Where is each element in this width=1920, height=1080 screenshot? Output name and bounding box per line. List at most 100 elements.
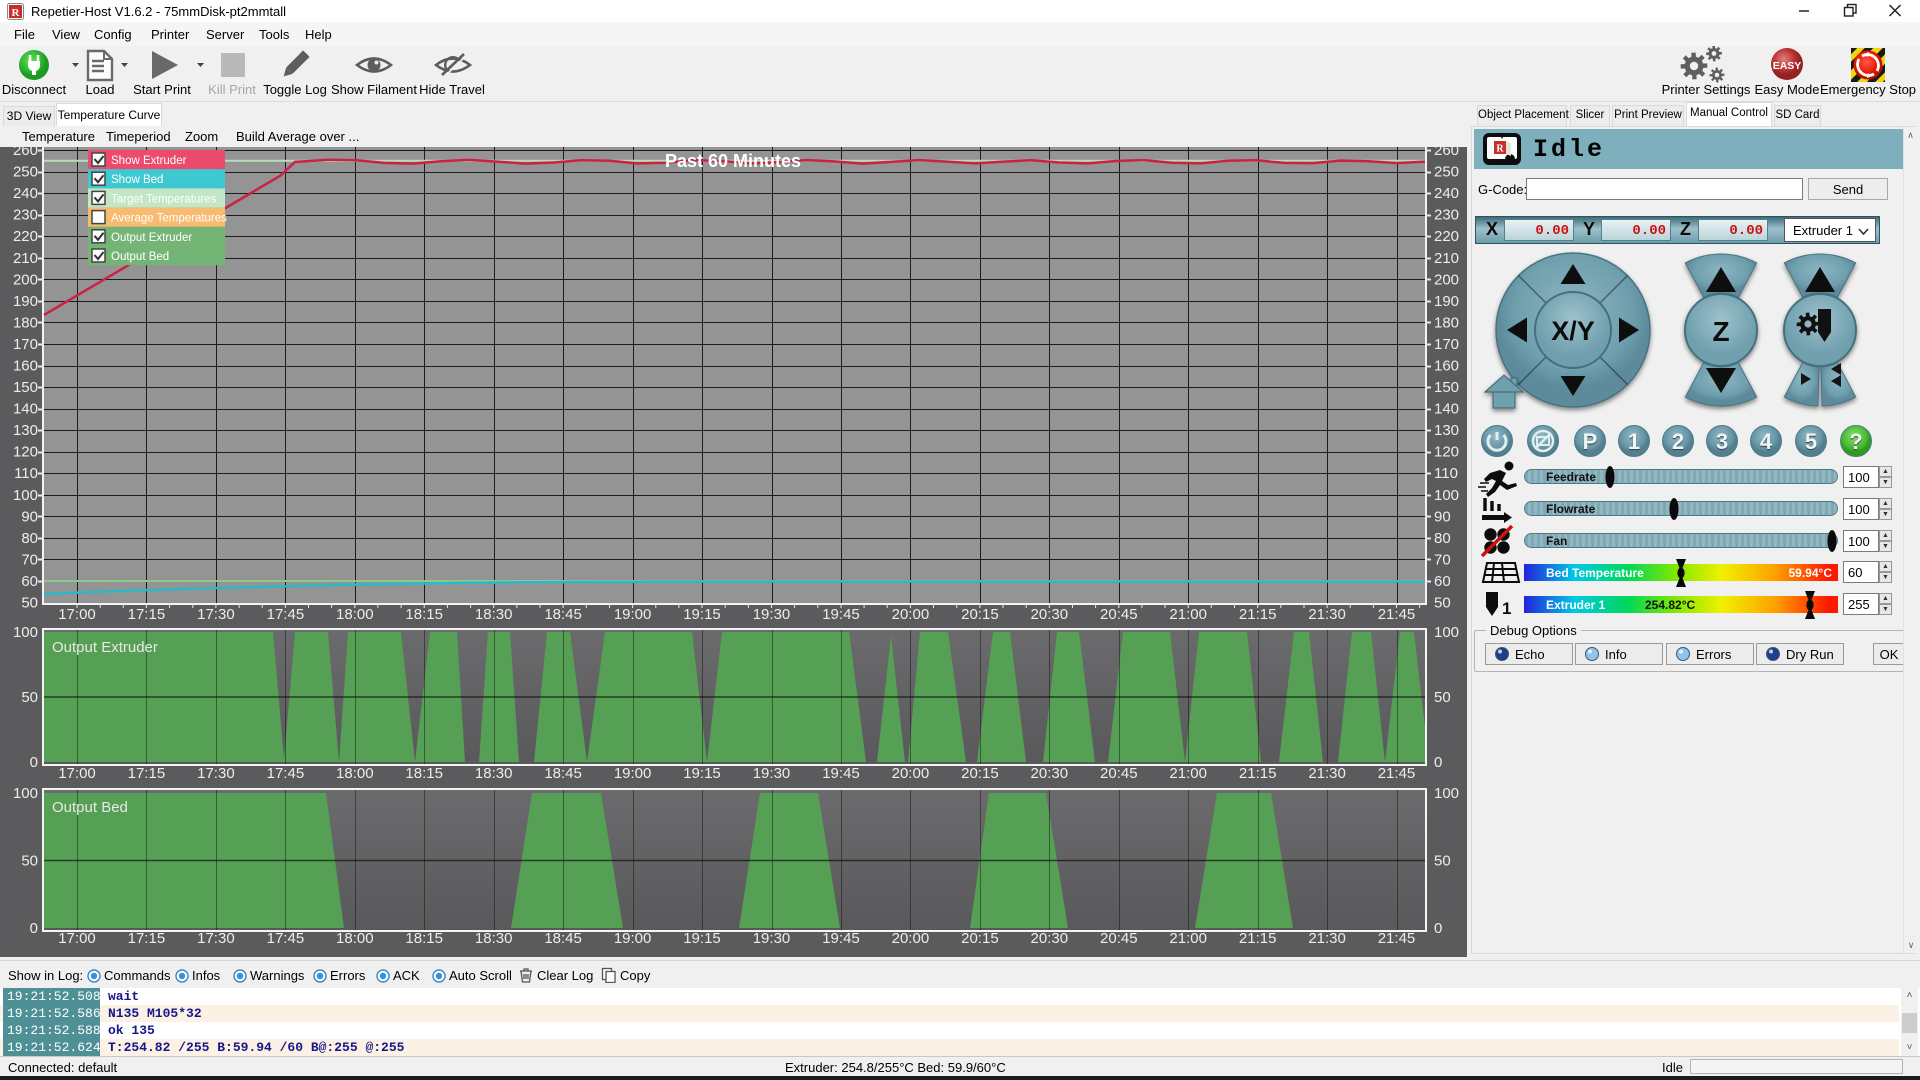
svg-text:140: 140 <box>13 401 38 418</box>
svg-text:18:00: 18:00 <box>336 765 374 782</box>
svg-text:70: 70 <box>21 552 38 569</box>
svg-text:Show Extruder: Show Extruder <box>111 155 187 167</box>
svg-text:220: 220 <box>1434 228 1459 245</box>
svg-text:200: 200 <box>13 271 38 288</box>
svg-text:1: 1 <box>1502 599 1511 618</box>
svg-text:250: 250 <box>1434 164 1459 181</box>
svg-text:250: 250 <box>13 164 38 181</box>
svg-text:18:45: 18:45 <box>544 765 582 782</box>
svg-text:19:00: 19:00 <box>614 765 652 782</box>
svg-text:160: 160 <box>13 358 38 375</box>
svg-text:180: 180 <box>1434 314 1459 331</box>
svg-text:140: 140 <box>1434 401 1459 418</box>
svg-text:210: 210 <box>1434 250 1459 267</box>
svg-text:1: 1 <box>1628 429 1640 454</box>
svg-text:150: 150 <box>1434 379 1459 396</box>
svg-text:230: 230 <box>13 207 38 224</box>
svg-text:17:15: 17:15 <box>128 765 166 782</box>
svg-text:210: 210 <box>13 250 38 267</box>
svg-text:17:45: 17:45 <box>267 765 305 782</box>
svg-text:21:15: 21:15 <box>1239 765 1277 782</box>
svg-text:20:30: 20:30 <box>1031 930 1069 947</box>
svg-text:Average Temperatures: Average Temperatures <box>111 213 227 225</box>
svg-text:Target Temperatures: Target Temperatures <box>111 193 217 205</box>
svg-text:18:15: 18:15 <box>405 930 443 947</box>
svg-text:17:00: 17:00 <box>58 765 96 782</box>
svg-text:120: 120 <box>13 444 38 461</box>
svg-text:110: 110 <box>1434 465 1458 482</box>
svg-text:50: 50 <box>21 853 38 870</box>
svg-text:120: 120 <box>1434 444 1459 461</box>
svg-text:220: 220 <box>13 228 38 245</box>
svg-text:R: R <box>1496 144 1504 155</box>
svg-text:21:00: 21:00 <box>1169 606 1207 623</box>
svg-text:21:45: 21:45 <box>1378 765 1416 782</box>
svg-text:20:45: 20:45 <box>1100 765 1138 782</box>
svg-text:?: ? <box>1849 429 1862 454</box>
svg-text:50: 50 <box>1434 595 1451 612</box>
svg-text:160: 160 <box>1434 358 1459 375</box>
svg-text:80: 80 <box>21 530 38 547</box>
svg-text:260: 260 <box>13 147 38 159</box>
svg-text:20:15: 20:15 <box>961 765 999 782</box>
svg-text:50: 50 <box>21 595 38 612</box>
svg-text:17:30: 17:30 <box>197 930 235 947</box>
svg-text:19:00: 19:00 <box>614 606 652 623</box>
svg-text:19:30: 19:30 <box>753 765 791 782</box>
svg-text:4: 4 <box>1760 429 1773 454</box>
svg-text:100: 100 <box>1434 487 1459 504</box>
svg-text:190: 190 <box>1434 293 1459 310</box>
svg-text:18:30: 18:30 <box>475 606 513 623</box>
svg-text:18:30: 18:30 <box>475 930 513 947</box>
svg-text:17:00: 17:00 <box>58 930 96 947</box>
svg-text:21:00: 21:00 <box>1169 765 1207 782</box>
svg-text:17:30: 17:30 <box>197 606 235 623</box>
svg-text:240: 240 <box>13 185 38 202</box>
svg-text:20:15: 20:15 <box>961 606 999 623</box>
svg-text:0: 0 <box>1434 920 1442 937</box>
svg-text:70: 70 <box>1434 552 1451 569</box>
svg-text:50: 50 <box>21 689 38 706</box>
svg-text:190: 190 <box>13 293 38 310</box>
svg-text:20:00: 20:00 <box>892 765 930 782</box>
svg-text:19:15: 19:15 <box>683 930 721 947</box>
svg-text:18:45: 18:45 <box>544 606 582 623</box>
svg-text:P: P <box>1583 429 1598 454</box>
svg-text:0: 0 <box>30 920 38 937</box>
svg-text:18:00: 18:00 <box>336 606 374 623</box>
svg-text:21:30: 21:30 <box>1308 765 1346 782</box>
svg-text:18:45: 18:45 <box>544 930 582 947</box>
svg-text:19:00: 19:00 <box>614 930 652 947</box>
svg-text:100: 100 <box>13 785 38 802</box>
svg-text:19:30: 19:30 <box>753 606 791 623</box>
svg-text:20:30: 20:30 <box>1031 765 1069 782</box>
svg-text:60: 60 <box>21 573 38 590</box>
svg-text:20:45: 20:45 <box>1100 930 1138 947</box>
svg-text:21:30: 21:30 <box>1308 606 1346 623</box>
svg-text:Output Bed: Output Bed <box>111 251 169 263</box>
svg-text:60: 60 <box>1434 573 1451 590</box>
svg-text:19:15: 19:15 <box>683 765 721 782</box>
svg-text:17:45: 17:45 <box>267 930 305 947</box>
svg-text:EASY: EASY <box>1773 60 1802 72</box>
svg-text:50: 50 <box>1434 689 1451 706</box>
svg-text:2: 2 <box>1672 429 1684 454</box>
svg-text:230: 230 <box>1434 207 1459 224</box>
svg-text:19:45: 19:45 <box>822 765 860 782</box>
svg-text:Output Extruder: Output Extruder <box>52 639 158 656</box>
svg-text:Past 60 Minutes: Past 60 Minutes <box>665 151 801 171</box>
svg-text:50: 50 <box>1434 853 1451 870</box>
svg-text:17:00: 17:00 <box>58 606 96 623</box>
svg-text:100: 100 <box>13 487 38 504</box>
svg-text:130: 130 <box>13 422 38 439</box>
svg-text:5: 5 <box>1805 429 1817 454</box>
svg-text:21:15: 21:15 <box>1239 606 1277 623</box>
svg-text:170: 170 <box>1434 336 1459 353</box>
svg-text:Z: Z <box>1712 316 1729 347</box>
svg-text:21:45: 21:45 <box>1378 606 1416 623</box>
svg-text:20:00: 20:00 <box>892 930 930 947</box>
svg-text:17:45: 17:45 <box>267 606 305 623</box>
svg-text:18:15: 18:15 <box>405 606 443 623</box>
svg-text:90: 90 <box>1434 508 1451 525</box>
svg-text:21:30: 21:30 <box>1308 930 1346 947</box>
